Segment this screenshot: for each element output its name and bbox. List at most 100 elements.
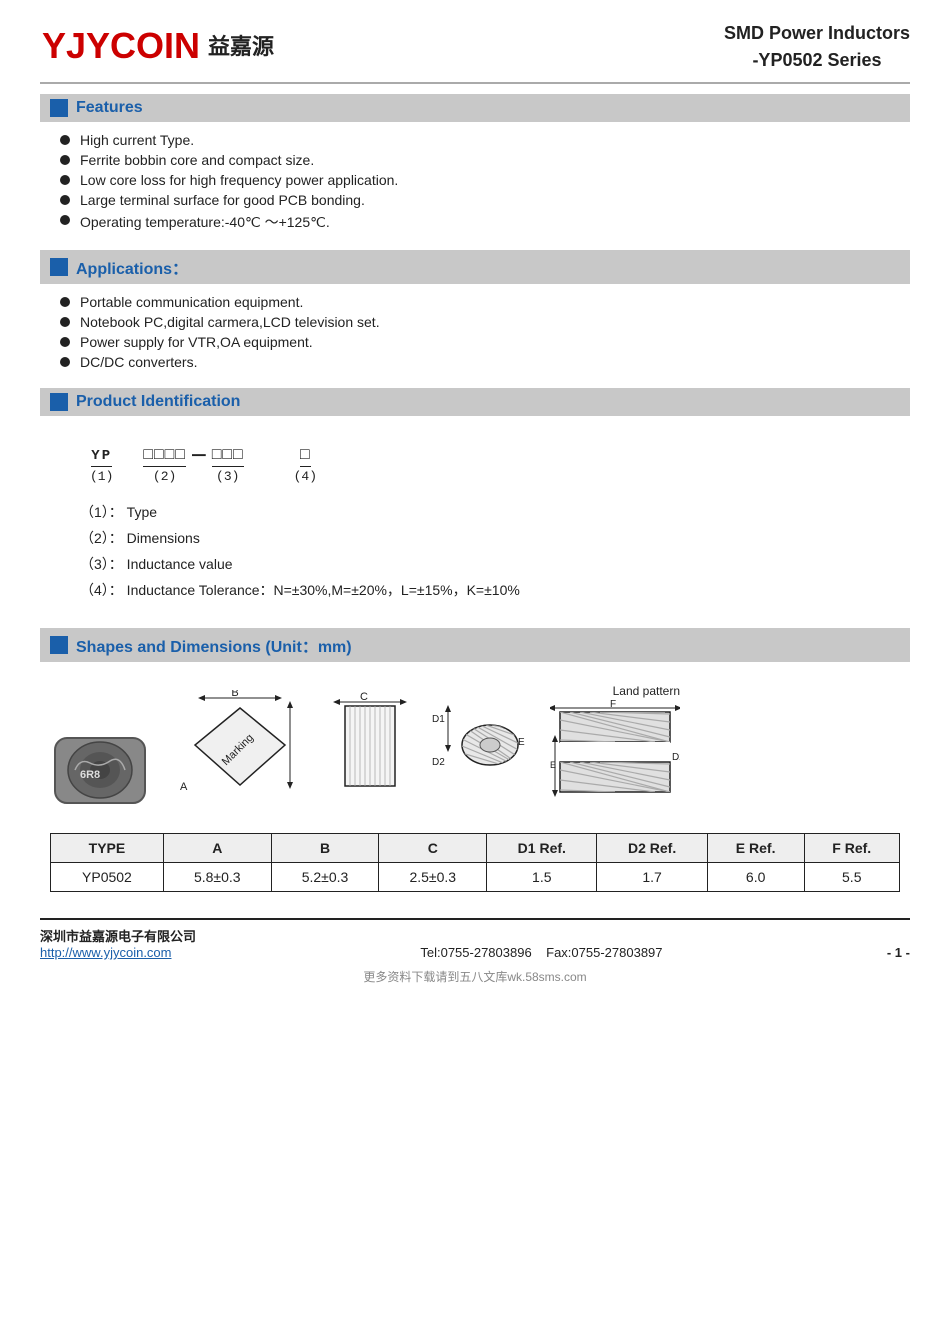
side-view-svg: D1	[430, 690, 530, 810]
cell-b: 5.2±0.3	[271, 863, 379, 892]
svg-text:E: E	[550, 760, 556, 770]
land-pattern-shape: Land pattern F	[550, 684, 680, 813]
list-item: （3）： Inductance value	[80, 554, 890, 574]
cross-section-svg: C	[330, 690, 410, 810]
pd-group-1: YP (1)	[90, 448, 113, 484]
svg-text:YJYCOIN: YJYCOIN	[42, 25, 200, 66]
list-item: Power supply for VTR,OA equipment.	[60, 334, 910, 350]
bullet-dot	[60, 175, 70, 185]
applications-title: Applications：	[76, 255, 188, 279]
svg-text:D2: D2	[432, 757, 445, 768]
svg-text:D2: D2	[672, 752, 680, 763]
cell-f: 5.5	[804, 863, 900, 892]
list-item: Operating temperature:-40℃ ～+125℃.	[60, 212, 910, 232]
pd-part4-top: □	[300, 446, 311, 467]
pd-part1-top: YP	[91, 448, 112, 467]
shapes-icon	[50, 636, 68, 654]
bullet-dot	[60, 317, 70, 327]
product-id-descriptions: （1）： Type （2）： Dimensions （3）： Inductanc…	[60, 502, 890, 600]
svg-text:C: C	[360, 691, 368, 703]
list-item: （4）： Inductance Tolerance：N=±30%,M=±20%，…	[80, 580, 890, 600]
list-item: Large terminal surface for good PCB bond…	[60, 192, 910, 208]
product-id-icon	[50, 393, 68, 411]
footer-company-info: 深圳市益嘉源电子有限公司 http://www.yjycoin.com	[40, 926, 196, 960]
bullet-dot	[60, 195, 70, 205]
bullet-dot	[60, 297, 70, 307]
list-item: Notebook PC,digital carmera,LCD televisi…	[60, 314, 910, 330]
pd-part2-label: (2)	[153, 469, 176, 484]
rhombus-svg: B Marking A	[170, 690, 310, 810]
features-section-header: Features	[40, 94, 910, 122]
pd-part4-label: (4)	[294, 469, 317, 484]
bullet-dot	[60, 357, 70, 367]
svg-text:6R8: 6R8	[80, 769, 100, 781]
list-item: DC/DC converters.	[60, 354, 910, 370]
product-id-title: Product Identification	[76, 393, 240, 411]
bullet-dot	[60, 155, 70, 165]
table-row: YP0502 5.8±0.3 5.2±0.3 2.5±0.3 1.5 1.7 6…	[51, 863, 900, 892]
features-title: Features	[76, 99, 143, 117]
logo-icon: YJYCOIN	[40, 20, 200, 70]
bullet-dot	[60, 337, 70, 347]
company-website[interactable]: http://www.yjycoin.com	[40, 945, 172, 960]
pd-part2-top: □□□□	[143, 446, 185, 467]
shapes-images-row: 6R8 B Marking A	[50, 674, 900, 823]
svg-text:E: E	[518, 737, 525, 748]
watermark-text: 更多资料下载请到五八文库wk.58sms.com	[40, 968, 910, 985]
pd-group-3: □□□ (3)	[212, 446, 244, 484]
cell-c: 2.5±0.3	[379, 863, 487, 892]
bullet-dot	[60, 215, 70, 225]
product-id-section-header: Product Identification	[40, 388, 910, 416]
cell-d1: 1.5	[487, 863, 597, 892]
title-line2: -YP0502 Series	[724, 47, 910, 74]
table-header-type: TYPE	[51, 834, 164, 863]
pd-dash: －	[190, 442, 208, 484]
list-item: High current Type.	[60, 132, 910, 148]
table-header-a: A	[163, 834, 271, 863]
page-header: YJYCOIN 益嘉源 SMD Power Inductors -YP0502 …	[40, 20, 910, 84]
document-title: SMD Power Inductors -YP0502 Series	[724, 20, 910, 74]
features-icon	[50, 99, 68, 117]
dimensions-table: TYPE A B C D1 Ref. D2 Ref. E Ref. F Ref.…	[50, 833, 900, 892]
pd-group-2: □□□□ (2)	[143, 446, 185, 484]
footer-page-number: - 1 -	[887, 945, 910, 960]
features-list: High current Type. Ferrite bobbin core a…	[40, 128, 910, 240]
cross-section-shape: C	[330, 690, 410, 813]
table-header-e: E Ref.	[707, 834, 804, 863]
logo-area: YJYCOIN 益嘉源	[40, 20, 274, 70]
footer-tel: Tel:0755-27803896	[420, 945, 531, 960]
list-item: Low core loss for high frequency power a…	[60, 172, 910, 188]
product-id-diagram: YP (1) □□□□ (2) － □□□ (3) □ (4)	[90, 442, 890, 484]
bullet-dot	[60, 135, 70, 145]
product-id-content: YP (1) □□□□ (2) － □□□ (3) □ (4) （1）： Typ…	[40, 422, 910, 618]
title-line1: SMD Power Inductors	[724, 20, 910, 47]
table-header-c: C	[379, 834, 487, 863]
svg-text:A: A	[180, 781, 188, 793]
svg-text:D1: D1	[432, 714, 445, 725]
inductor-svg: 6R8	[50, 723, 150, 813]
pd-part1-label: (1)	[90, 469, 113, 484]
footer-contact: Tel:0755-27803896 Fax:0755-27803897	[420, 945, 662, 960]
land-pattern-svg: F	[550, 700, 680, 810]
shapes-title: Shapes and Dimensions (Unit：mm)	[76, 633, 352, 657]
logo-cn-text: 益嘉源	[208, 29, 274, 61]
company-name: 深圳市益嘉源电子有限公司	[40, 926, 196, 945]
rhombus-shape: B Marking A	[170, 690, 310, 813]
footer-fax: Fax:0755-27803897	[546, 945, 662, 960]
page-footer: 深圳市益嘉源电子有限公司 http://www.yjycoin.com Tel:…	[40, 918, 910, 960]
side-view-shape: D1	[430, 690, 530, 813]
applications-section-header: Applications：	[40, 250, 910, 284]
table-header-d2: D2 Ref.	[597, 834, 707, 863]
cell-a: 5.8±0.3	[163, 863, 271, 892]
table-header-b: B	[271, 834, 379, 863]
table-header-d1: D1 Ref.	[487, 834, 597, 863]
pd-group-4: □ (4)	[294, 446, 317, 484]
list-item: （2）： Dimensions	[80, 528, 890, 548]
shapes-section-header: Shapes and Dimensions (Unit：mm)	[40, 628, 910, 662]
list-item: Ferrite bobbin core and compact size.	[60, 152, 910, 168]
shapes-content: 6R8 B Marking A	[40, 668, 910, 898]
list-item: Portable communication equipment.	[60, 294, 910, 310]
pd-part3-label: (3)	[216, 469, 239, 484]
pd-part3-top: □□□	[212, 446, 244, 467]
cell-type: YP0502	[51, 863, 164, 892]
